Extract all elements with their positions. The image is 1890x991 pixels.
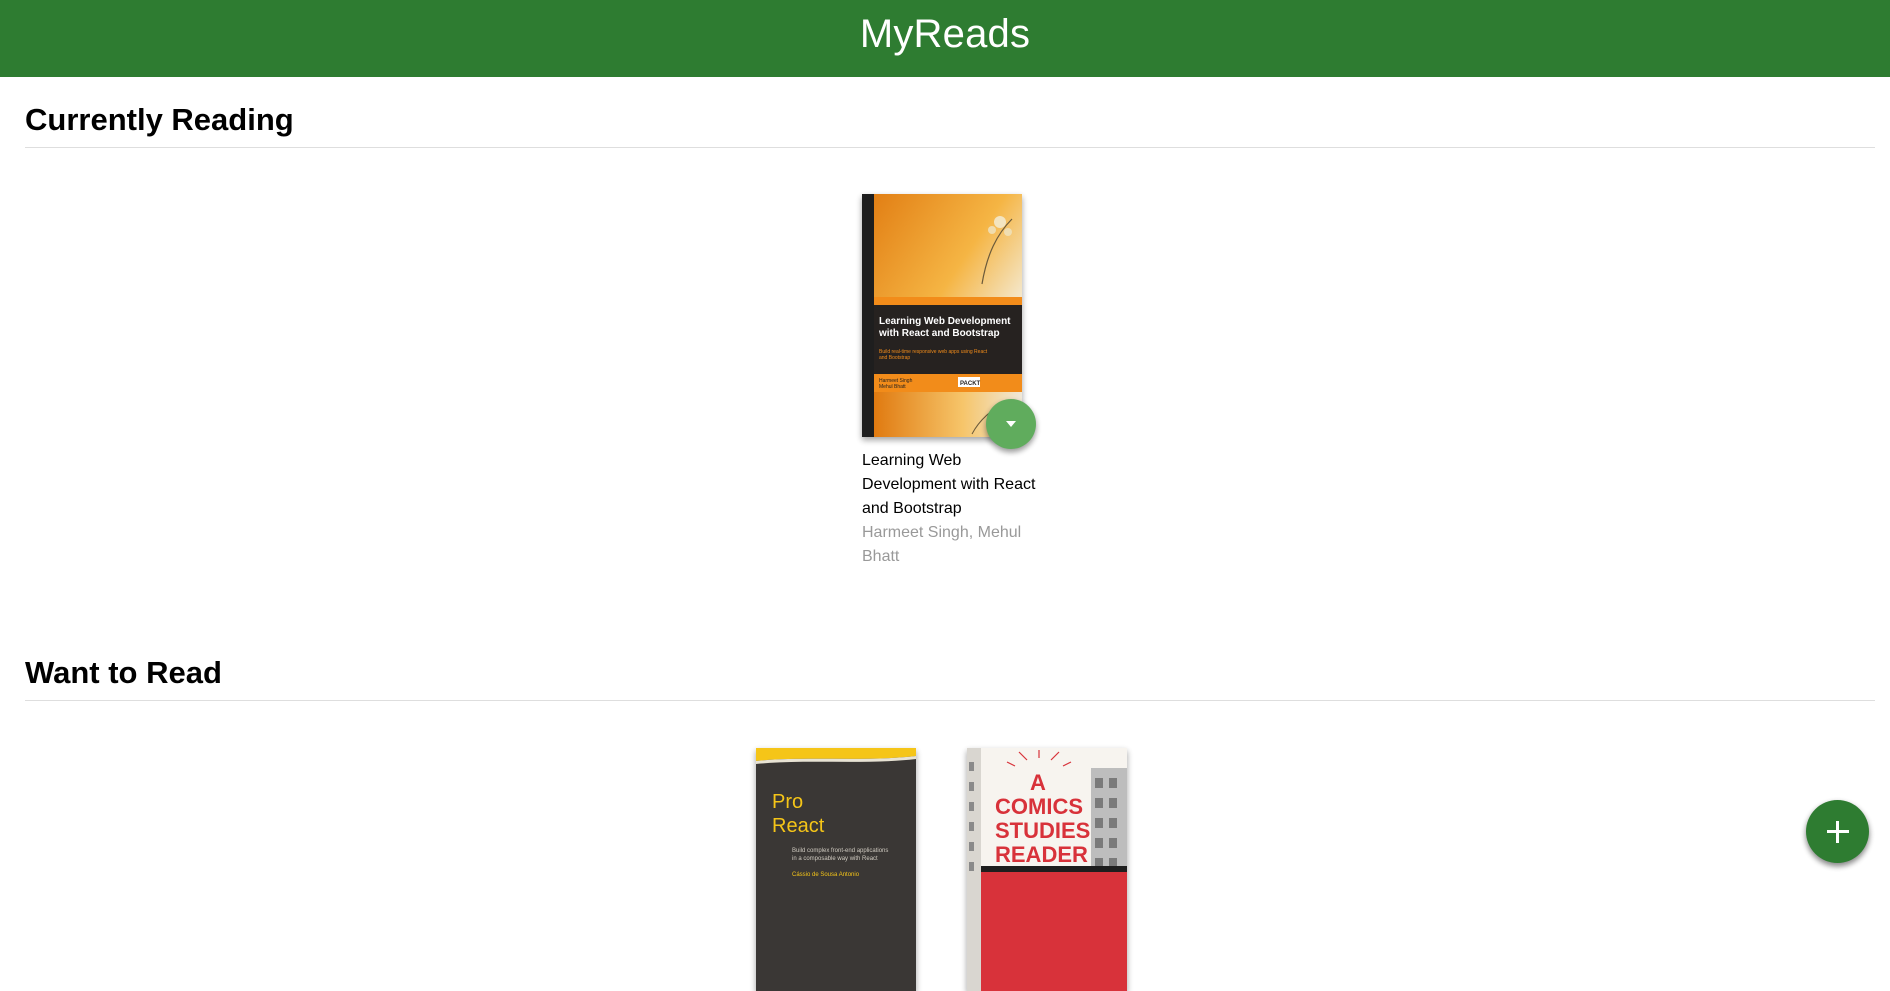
cover-title-line2: with React and Bootstrap — [878, 328, 1000, 339]
caret-down-icon — [1006, 421, 1016, 427]
shelf-title: Want to Read — [25, 651, 1875, 701]
cover-title-line4: READER — [995, 842, 1088, 867]
cover-title-line1: Pro — [772, 791, 803, 813]
shelf-want-to-read: Want to Read Pro React Build complex fro… — [25, 651, 1875, 991]
cover-image-comics-studies: A COMICS STUDIES READER — [967, 748, 1127, 991]
shelf-currently-reading: Currently Reading Learning Web Developme… — [25, 98, 1875, 565]
add-book-button[interactable] — [1806, 800, 1869, 863]
cover-title-line2: React — [772, 815, 825, 837]
book-cover[interactable]: Learning Web Development with React and … — [862, 194, 1036, 449]
shelf-title: Currently Reading — [25, 98, 1875, 148]
cover-title-line1: Learning Web Development — [879, 316, 1011, 327]
book-cover[interactable]: A COMICS STUDIES READER — [967, 748, 1127, 991]
cover-author-2: Mehul Bhatt — [879, 384, 906, 390]
cover-publisher: PACKT — [960, 381, 981, 387]
book-title: Learning Web Development with React and … — [862, 452, 1036, 517]
book-item: Learning Web Development with React and … — [862, 194, 1038, 569]
plus-icon-vertical — [1836, 820, 1839, 843]
cover-title-line1: A — [1030, 770, 1046, 795]
app-header: MyReads — [0, 0, 1890, 77]
cover-image-pro-react: Pro React Build complex front-end applic… — [756, 748, 916, 991]
cover-subtitle-line2: and Bootstrap — [879, 355, 910, 361]
cover-image-learning-web-dev: Learning Web Development with React and … — [862, 194, 1022, 437]
book-authors: Harmeet Singh, Mehul Bhatt — [862, 524, 1022, 565]
book-item: Pro React Build complex front-end applic… — [756, 748, 932, 991]
cover-title-line3: STUDIES — [995, 818, 1090, 843]
shelf-changer-button[interactable] — [986, 399, 1036, 449]
cover-title-line2: COMICS — [995, 794, 1083, 819]
cover-author: Cássio de Sousa Antonio — [792, 872, 860, 878]
book-cover[interactable]: Pro React Build complex front-end applic… — [756, 748, 916, 991]
book-item: A COMICS STUDIES READER — [967, 748, 1143, 991]
cover-subtitle-line2: in a composable way with React — [792, 856, 878, 862]
cover-subtitle-line1: Build complex front-end applications — [792, 848, 888, 854]
app-title: MyReads — [859, 12, 1031, 56]
